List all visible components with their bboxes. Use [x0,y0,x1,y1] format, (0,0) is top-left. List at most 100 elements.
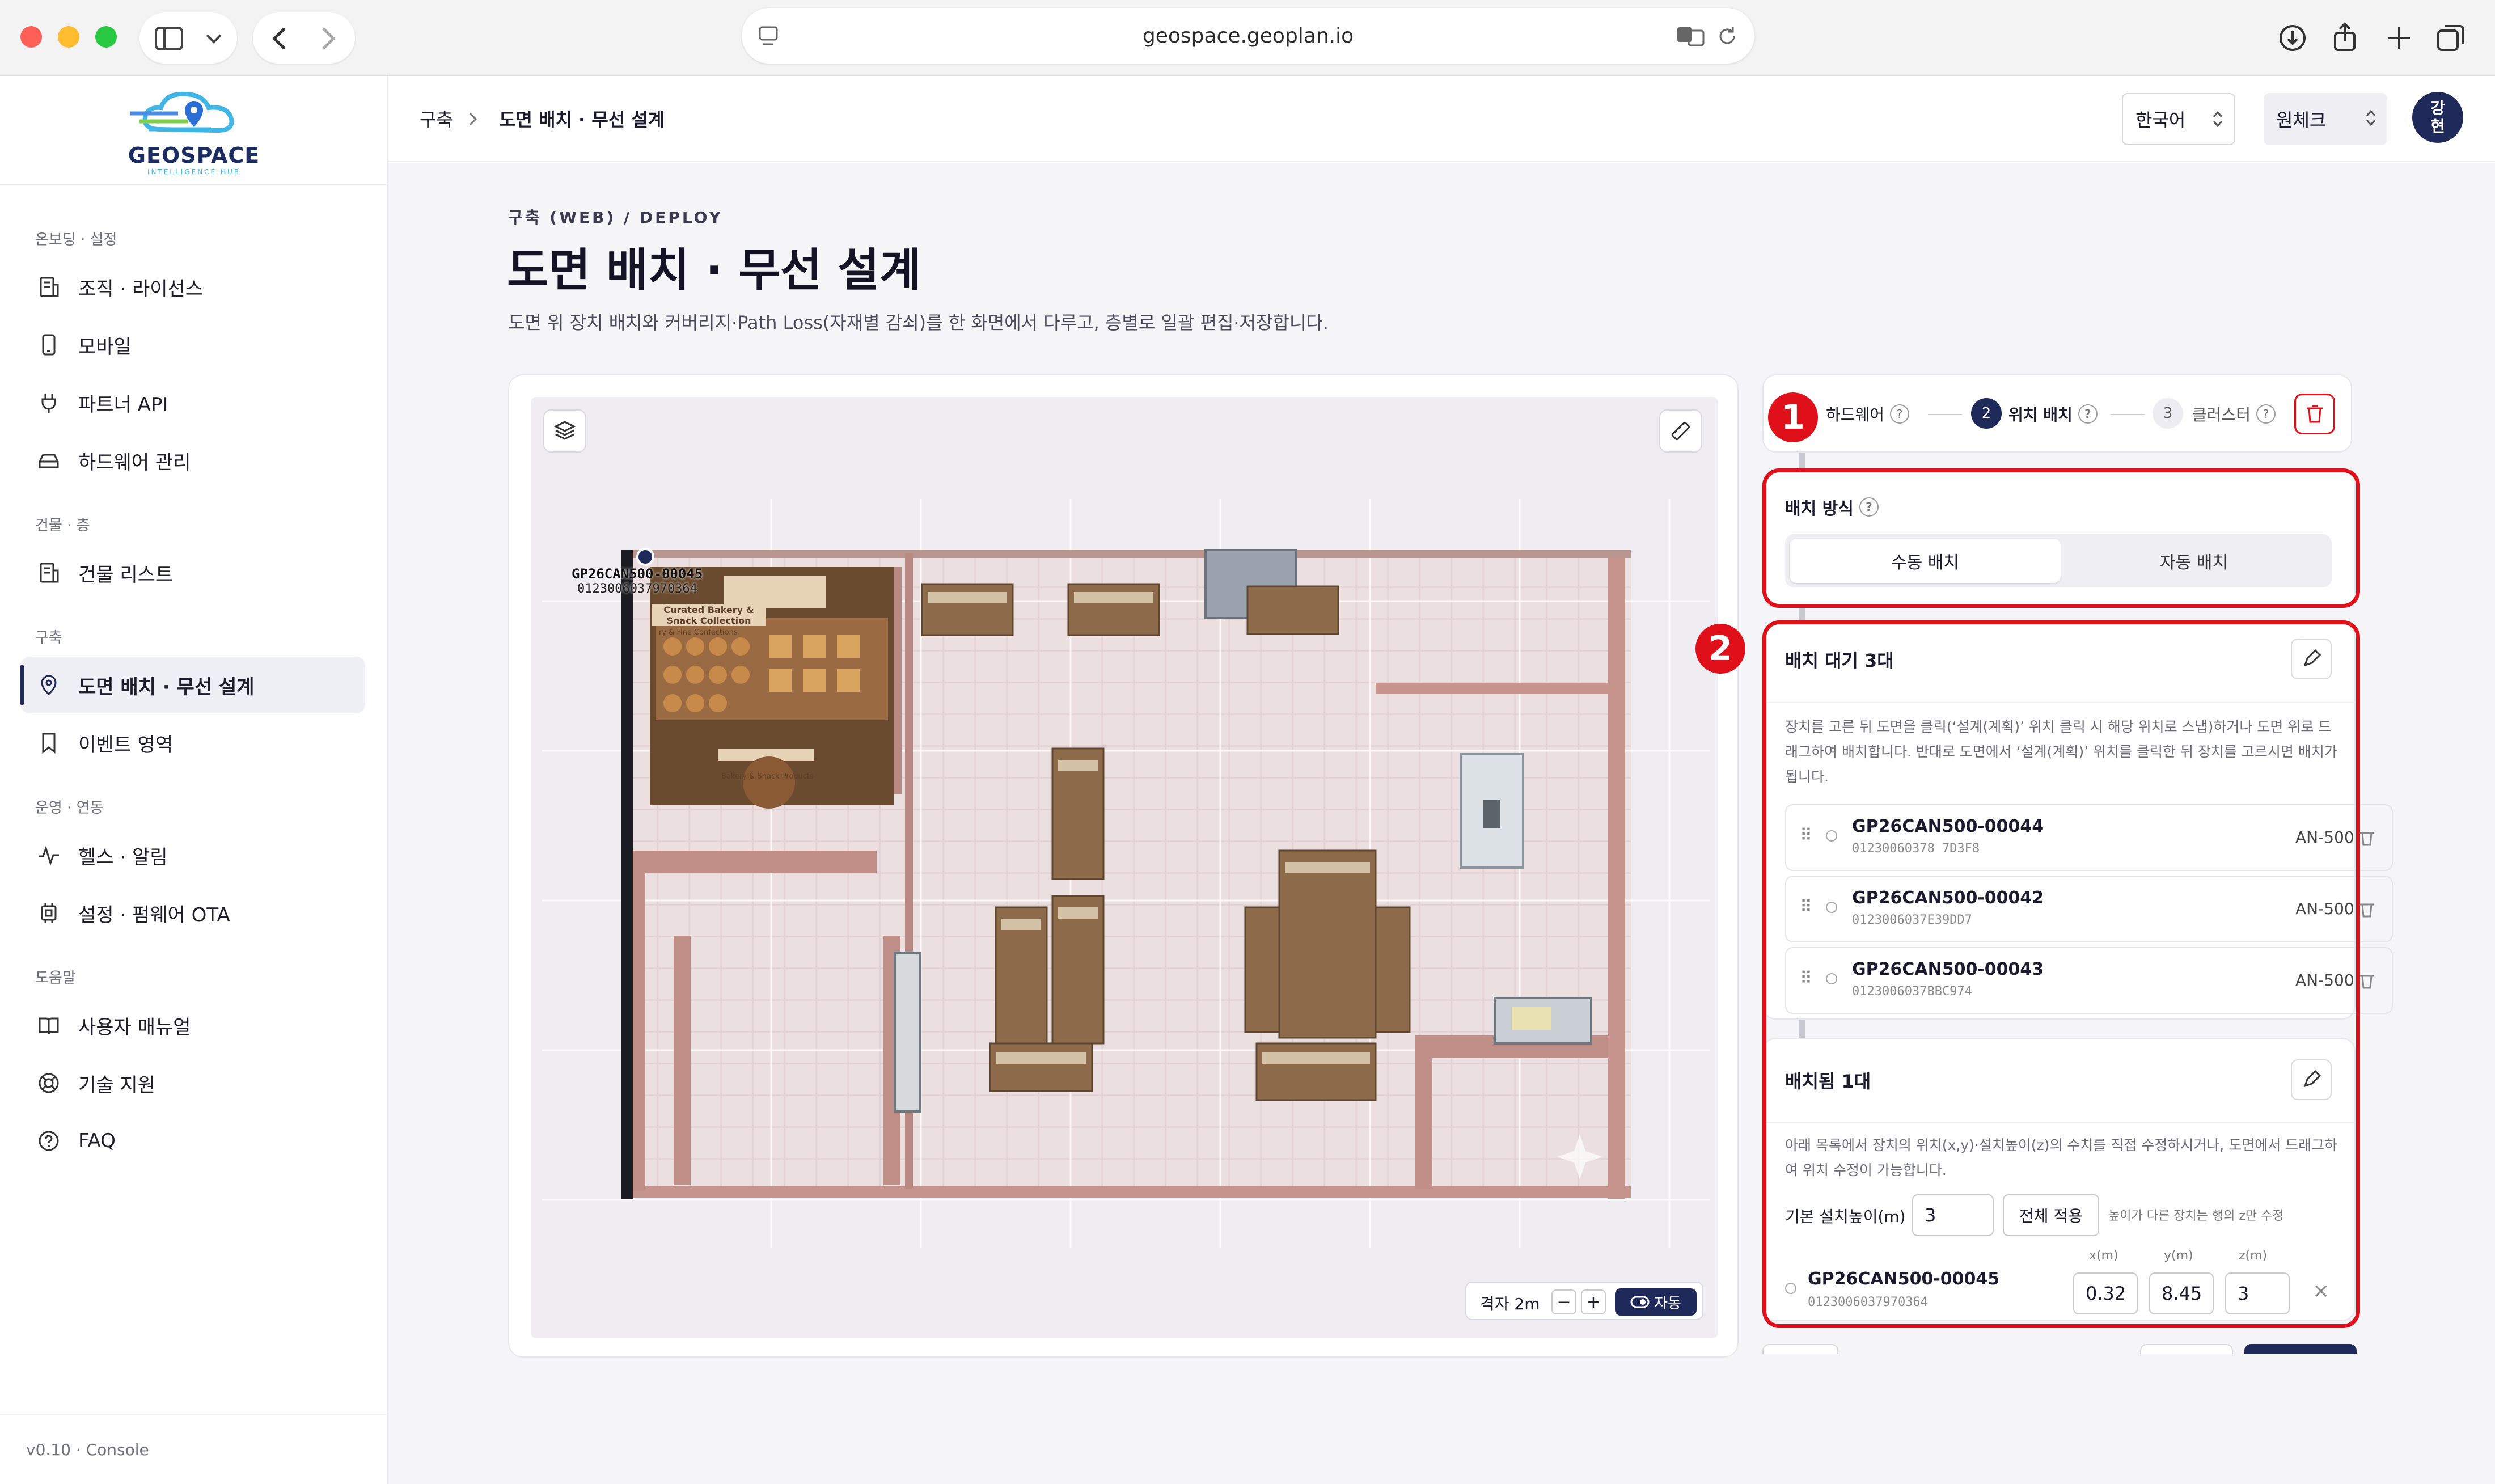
new-tab-icon[interactable] [2384,23,2414,53]
step-label: 하드웨어 [1826,405,1885,424]
minimize-window-dot[interactable] [58,26,79,48]
trash-icon[interactable] [2358,972,2376,990]
layers-button[interactable] [543,409,586,453]
grid-decrease-button[interactable]: − [1551,1289,1576,1314]
sidebar-item-label: 조직 · 라이선스 [78,277,204,301]
logo-cloud-icon [130,91,234,133]
step-label: 클러스터 [2192,405,2251,424]
page-eyebrow: 구축 (WEB) / DEPLOY [508,208,723,227]
share-icon[interactable] [2329,22,2360,52]
step-connector [2111,414,2145,415]
floor-plan-map[interactable] [531,397,1718,1338]
translate-icon[interactable] [1676,25,1706,48]
mobile-icon [35,331,62,358]
history-nav [253,12,355,64]
map-device-label: GP26CAN500-00045 [572,566,703,582]
stepper-card: 하드웨어? 2 위치 배치? 3 클러스터? [1762,374,2352,453]
sidebar: GEOSPACE INTELLIGENCE HUB 온보딩 · 설정 조직 · … [0,76,388,1484]
language-select[interactable]: 한국어 [2122,93,2235,145]
sidebar-item-manual[interactable]: 사용자 매뉴얼 [20,997,365,1054]
page-settings-icon[interactable] [758,25,780,48]
step-cluster[interactable]: 클러스터? [2192,403,2276,425]
hardware-icon [35,447,62,474]
floor-plan-canvas[interactable]: Curated Bakery & Snack Collection ry & F… [531,397,1718,1338]
bakery-sign-label: Curated Bakery & Snack Collection [652,604,766,626]
step-location[interactable]: 위치 배치? [2008,403,2098,425]
section-onboarding: 온보딩 · 설정 [35,231,117,248]
sidebar-item-faq[interactable]: FAQ [20,1113,365,1169]
step-hardware[interactable]: 하드웨어? [1826,403,1910,425]
auto-label: 자동 [1654,1295,1681,1312]
user-avatar[interactable]: 강 현 [2412,92,2463,143]
back-icon[interactable] [271,26,288,51]
sidebar-item-label: 기술 지원 [78,1073,155,1097]
top-bar: 구축 도면 배치 · 무선 설계 한국어 원체크 강 현 [388,76,2495,162]
sidebar-item-hardware[interactable]: 하드웨어 관리 [20,432,365,489]
sidebar-item-label: 설정 · 펌웨어 OTA [78,903,230,927]
sidebar-item-label: 하드웨어 관리 [78,451,191,474]
snack-products-sign-label: Bakery & Snack Products [721,772,814,781]
sidebar-item-mobile[interactable]: 모바일 [20,316,365,373]
help-icon[interactable]: ? [1890,404,1910,424]
help-icon[interactable]: ? [2078,404,2098,424]
reload-icon[interactable] [1716,25,1739,48]
updown-icon [2366,109,2376,126]
sidebar-toggle-button[interactable] [139,12,237,64]
confections-sign-label: ry & Fine Confections [659,628,738,637]
toggle-icon [1630,1296,1650,1308]
building-icon [35,273,62,301]
sidebar-item-partner-api[interactable]: 파트너 API [20,374,365,431]
highlight-box-2 [1762,620,2360,1328]
address-bar[interactable]: geospace.geoplan.io [742,8,1754,64]
sidebar-item-support[interactable]: 기술 지원 [20,1055,365,1111]
sidebar-item-label: 사용자 매뉴얼 [78,1016,191,1039]
placed-device-marker [636,548,654,566]
plug-icon [35,389,62,416]
breadcrumb-current: 도면 배치 · 무선 설계 [499,109,665,130]
sidebar-item-health[interactable]: 헬스 · 알림 [20,827,365,883]
geospace-logo[interactable]: GEOSPACE INTELLIGENCE HUB [0,76,388,185]
url-text: geospace.geoplan.io [1142,24,1354,48]
organization-value: 원체크 [2276,109,2327,131]
floor-plan-card: Curated Bakery & Snack Collection ry & F… [508,374,1739,1358]
language-value: 한국어 [2135,109,2186,131]
sidebar-item-floor-plan[interactable]: 도면 배치 · 무선 설계 [20,657,365,713]
step-2-number: 2 [1971,398,2002,429]
sidebar-item-label: 모바일 [78,335,132,358]
auto-grid-toggle[interactable]: 자동 [1615,1288,1697,1316]
sidebar-item-event-area[interactable]: 이벤트 영역 [20,714,365,771]
breadcrumb-deploy[interactable]: 구축 [420,105,453,132]
delete-button[interactable] [2294,394,2335,434]
sidebar-icon [155,27,183,50]
measure-button[interactable] [1659,409,1702,453]
sidebar-item-label: 이벤트 영역 [78,733,174,756]
trash-icon[interactable] [2358,900,2376,919]
annotation-badge-2: 2 [1695,624,1745,674]
ruler-icon [1671,421,1690,441]
close-window-dot[interactable] [20,26,42,48]
highlight-box-1 [1762,468,2360,608]
download-icon[interactable] [2277,23,2308,53]
location-pin-icon [35,671,62,699]
help-icon[interactable]: ? [2256,404,2276,424]
sidebar-item-building-list[interactable]: 건물 리스트 [20,544,365,601]
sidebar-item-firmware[interactable]: 설정 · 펌웨어 OTA [20,885,365,941]
sidebar-item-label: 헬스 · 알림 [78,845,168,869]
pulse-icon [35,842,62,869]
tab-overview-icon[interactable] [2436,23,2467,53]
forward-icon[interactable] [320,26,337,51]
logo-tagline: INTELLIGENCE HUB [147,168,240,176]
section-help: 도움말 [35,970,76,987]
zoom-window-dot[interactable] [95,26,117,48]
organization-select[interactable]: 원체크 [2264,93,2387,145]
sidebar-item-organization[interactable]: 조직 · 라이선스 [20,259,365,315]
lifebuoy-icon [35,1069,62,1097]
building-list-icon [35,559,62,586]
version-label: v0.10 · Console [0,1414,388,1459]
grid-label: 격자 2m [1480,1295,1540,1313]
section-operations: 운영 · 연동 [35,800,104,817]
chip-icon [35,899,62,927]
trash-icon[interactable] [2358,829,2376,847]
book-icon [35,1012,62,1039]
grid-increase-button[interactable]: + [1581,1289,1606,1314]
